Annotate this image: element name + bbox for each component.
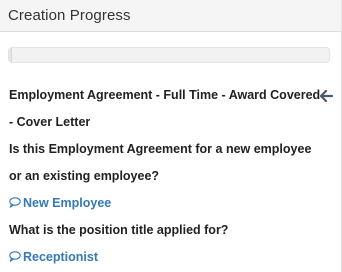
question-2-text-1: What is the position title applied for? (9, 223, 229, 237)
document-title-line-2: - Cover Letter (9, 109, 334, 136)
speech-bubble-icon (9, 251, 21, 262)
question-1-text-1: Is this Employment Agreement for a new e… (9, 142, 312, 156)
answer-2-link[interactable]: Receptionist (9, 244, 334, 271)
panel-title: Creation Progress (8, 7, 131, 24)
answer-1-link[interactable]: New Employee (9, 190, 334, 217)
question-1-line-1: Is this Employment Agreement for a new e… (9, 136, 334, 163)
arrow-left-icon[interactable] (320, 90, 333, 102)
question-2-line-1: What is the position title applied for? (9, 217, 334, 244)
progress-bar (8, 47, 330, 63)
progress-bar-fill (9, 48, 13, 62)
answer-1-text[interactable]: New Employee (23, 196, 111, 210)
creation-progress-panel: Creation Progress Employment Agreement -… (0, 0, 342, 272)
speech-bubble-icon (9, 197, 21, 208)
question-1-text-2: or an existing employee? (9, 169, 160, 183)
document-title: Employment Agreement - Full Time - Award… (9, 82, 334, 109)
panel-header: Creation Progress (0, 0, 341, 32)
progress-content: Employment Agreement - Full Time - Award… (9, 82, 334, 271)
document-title-line-2-text: - Cover Letter (9, 115, 91, 129)
document-title-line-1: Employment Agreement - Full Time - Award… (9, 88, 321, 102)
question-1-line-2: or an existing employee? (9, 163, 334, 190)
answer-2-text[interactable]: Receptionist (23, 250, 98, 264)
